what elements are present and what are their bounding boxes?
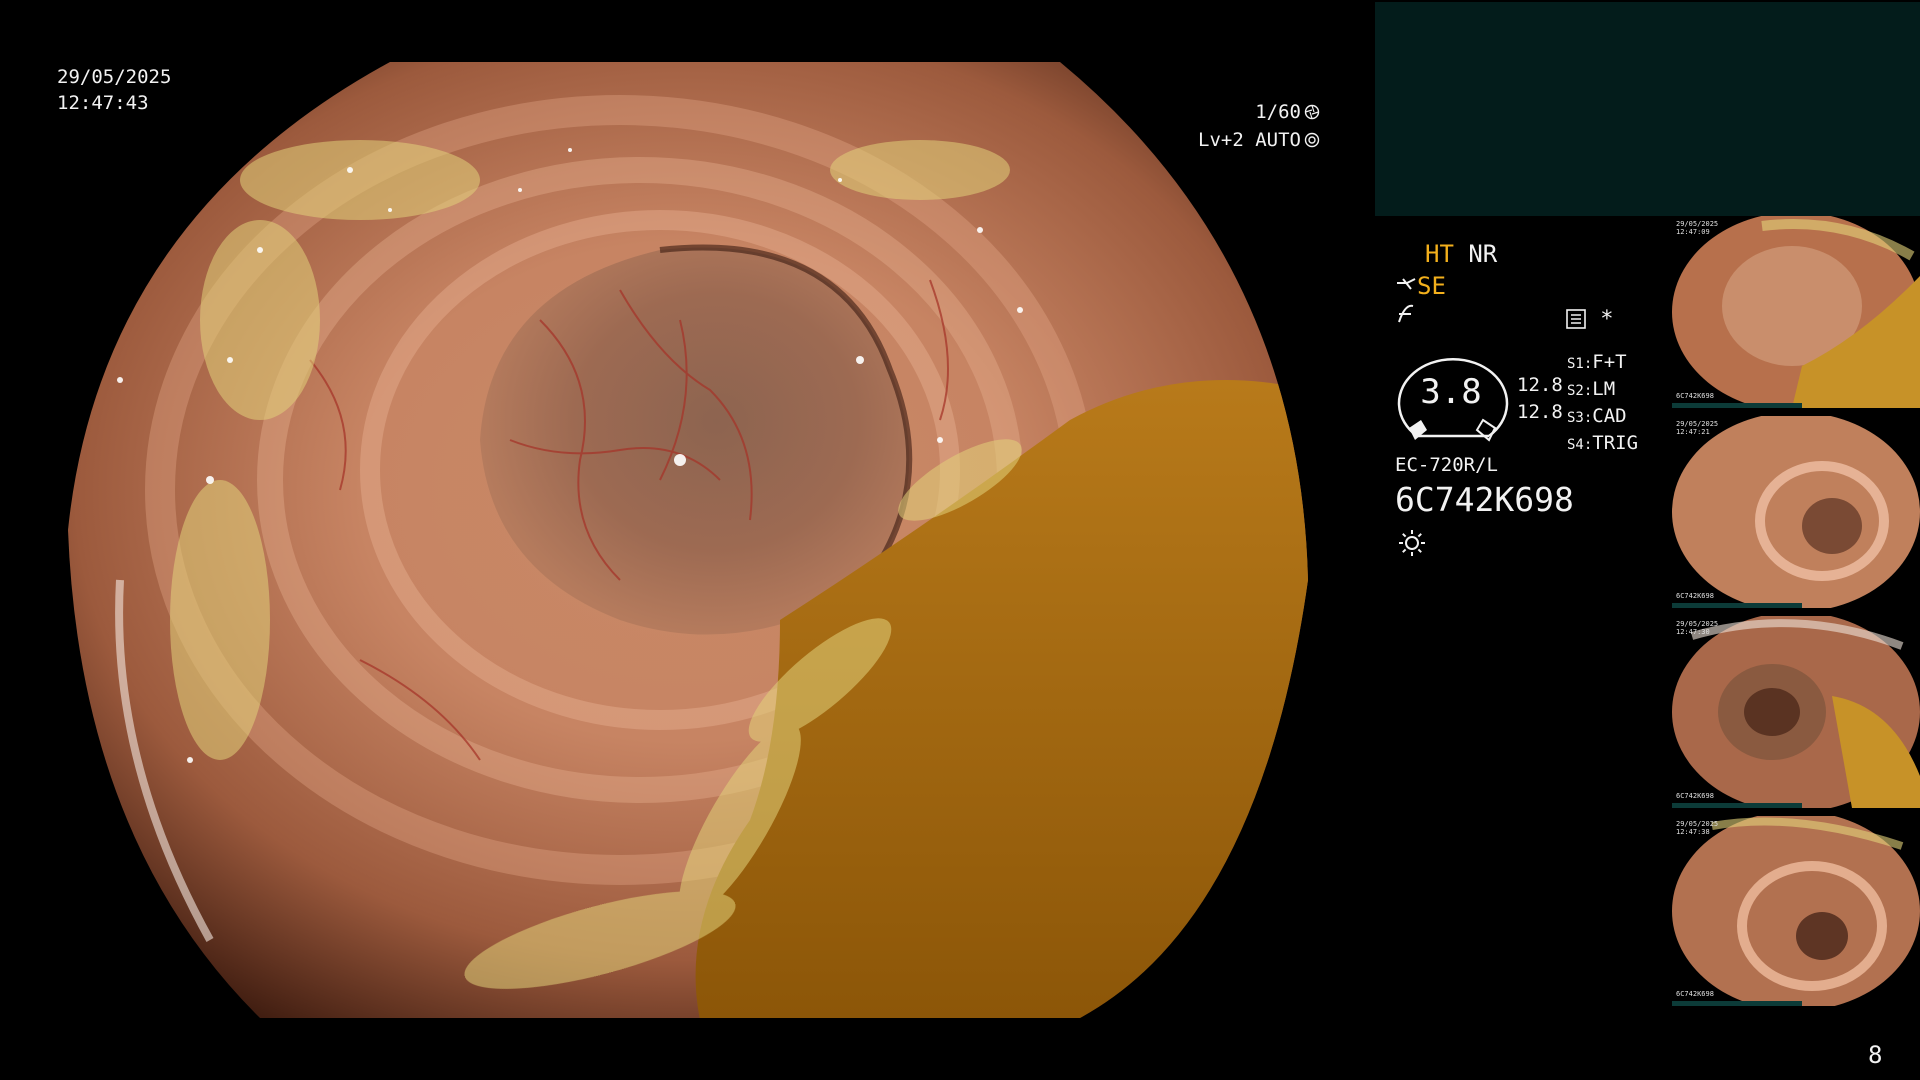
structure-enhance-row: SE [1395,272,1446,300]
thumbnail-image [1672,216,1920,408]
capture-date: 29/05/2025 [57,66,172,88]
captured-thumbnail-2[interactable]: 29/05/2025 12:47:21 6C742K698 [1672,416,1920,608]
switch-s2: S2:LM [1567,378,1616,400]
sun-icon [1399,530,1425,556]
endoscopy-monitor-screen: 29/05/2025 12:47:43 1/60 Lv+2 AUTO HT NR [0,0,1920,1080]
thumbnail-bar [1672,803,1802,808]
thumbnail-serial: 6C742K698 [1676,792,1714,800]
function-icon-row [1395,302,1417,330]
zoom-value: 3.8 [1420,372,1482,412]
scope-model: EC-720R/L [1395,454,1498,476]
switch-s3: S3:CAD [1567,405,1627,427]
structure-enhance-icon [1397,278,1416,290]
thumbnail-serial: 6C742K698 [1676,592,1714,600]
endoscope-live-view [60,60,1310,1020]
thumbnail-meta: 29/05/2025 12:47:30 [1676,620,1719,636]
thumbnail-bar [1672,603,1802,608]
page-number: 8 [1868,1041,1883,1069]
scope-switch-list: S1:F+T S2:LM S3:CAD S4:TRIG [1567,350,1638,458]
exposure-settings: 1/60 Lv+2 AUTO [1198,98,1320,154]
captured-thumbnail-1[interactable]: 29/05/2025 12:47:09 6C742K698 [1672,216,1920,408]
se-indicator: SE [1417,272,1446,300]
setting-value-2: 12.8 [1517,401,1563,423]
nr-indicator: NR [1468,240,1498,268]
thumbnail-serial: 6C742K698 [1676,392,1714,400]
setting-values: 12.8 12.8 [1517,372,1563,426]
function-icon [1398,304,1414,323]
exposure-row: Lv+2 AUTO [1198,126,1320,154]
captured-thumbnail-3[interactable]: 29/05/2025 12:47:30 6C742K698 [1672,616,1920,808]
thumbnail-image [1672,616,1920,808]
switch-s4: S4:TRIG [1567,432,1639,454]
thumbnail-meta: 29/05/2025 12:47:38 [1676,820,1719,836]
ht-indicator: HT [1425,240,1454,268]
thumbnail-image [1672,816,1920,1006]
switch-s1: S1:F+T [1567,351,1627,373]
brightness-level: Lv+2 [1198,129,1244,151]
shutter-speed: 1/60 [1255,101,1301,123]
star-indicator: * [1600,307,1614,332]
shutter-row: 1/60 [1198,98,1320,126]
enhancement-mode-row: HT NR [1425,240,1497,268]
thumbnail-serial: 6C742K698 [1676,990,1714,998]
recorder-icon [1566,309,1586,329]
scope-serial: 6C742K698 [1395,480,1574,519]
thumbnail-image [1672,416,1920,608]
capture-time: 12:47:43 [57,92,149,114]
processor-info-panel: HT NR SE * 3.8 12.8 12.8 S1:F+T S2:LM S3… [1395,240,1665,580]
aperture-icon [1304,104,1320,120]
colon-lumen-image [68,62,1308,1018]
thumbnail-meta: 29/05/2025 12:47:21 [1676,420,1719,436]
thumbnail-bar [1672,1001,1802,1006]
recorder-row: * [1565,306,1614,334]
setting-value-1: 12.8 [1517,374,1563,396]
thumbnail-meta: 29/05/2025 12:47:09 [1676,220,1719,236]
capture-datetime: 29/05/2025 12:47:43 [57,64,171,116]
captured-thumbnail-4[interactable]: 29/05/2025 12:47:38 6C742K698 [1672,816,1920,1006]
thumbnail-bar [1672,403,1802,408]
exposure-mode: AUTO [1255,129,1301,151]
teal-status-panel [1375,2,1920,216]
auto-iris-icon [1304,132,1320,148]
